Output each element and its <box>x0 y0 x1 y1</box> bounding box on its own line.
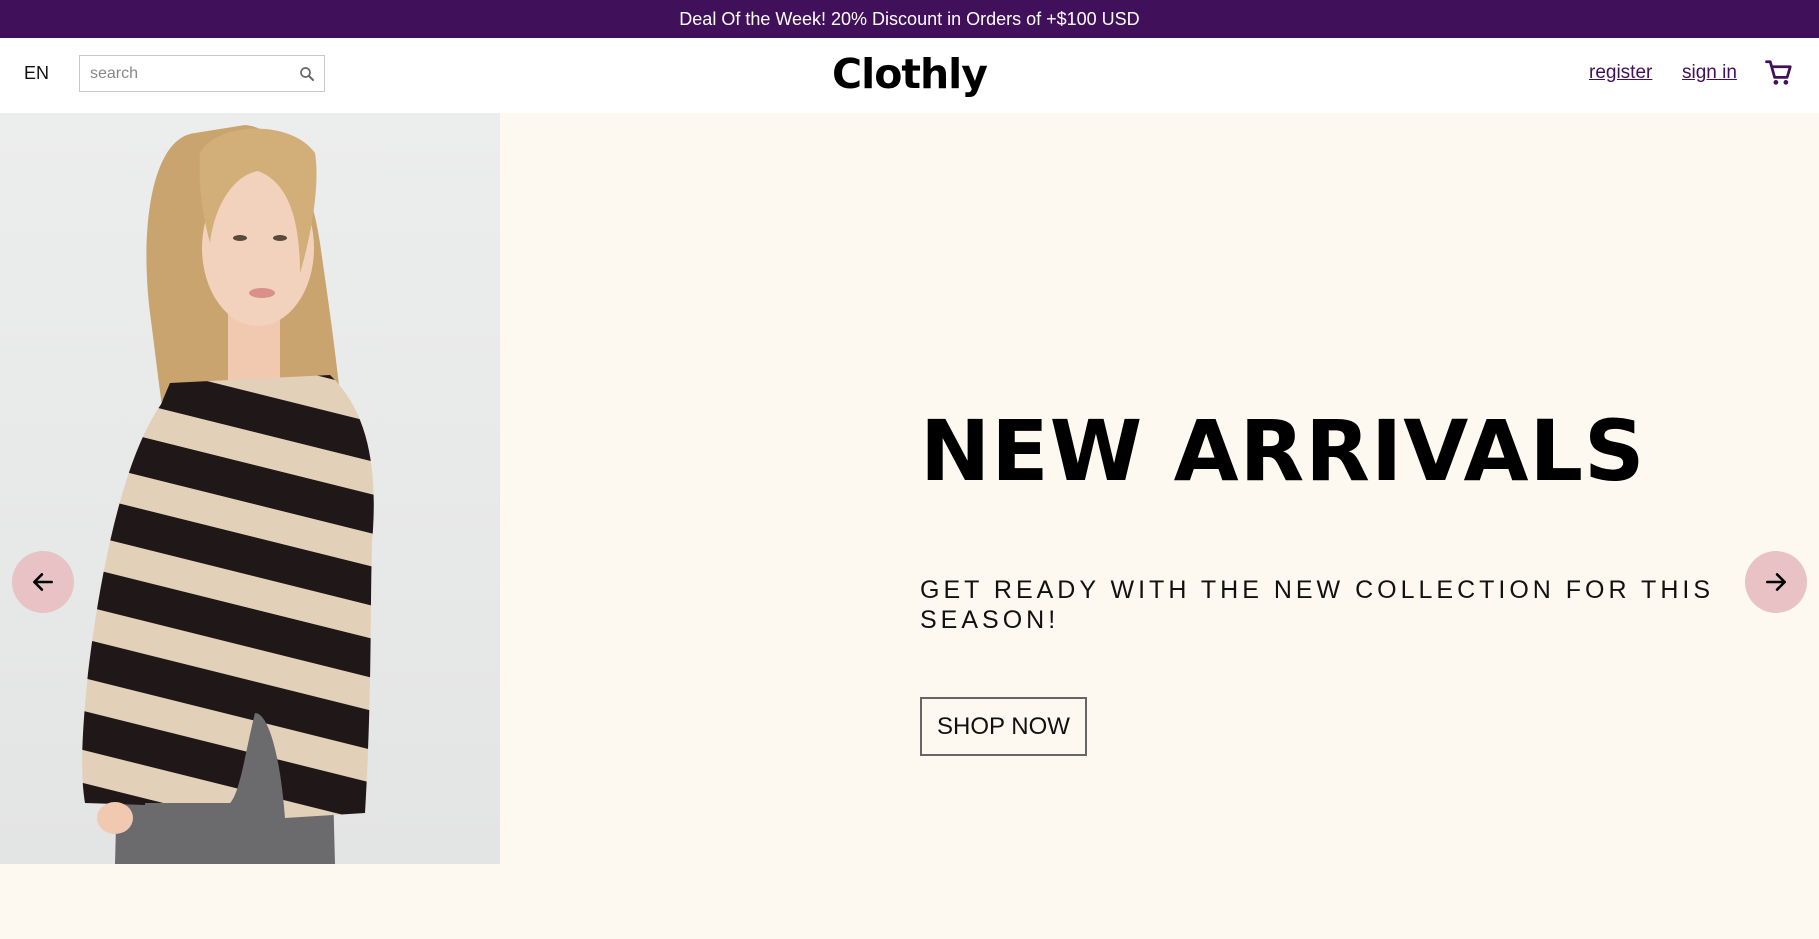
site-header: EN Clothly register sign in <box>0 38 1819 113</box>
search-icon[interactable] <box>298 65 316 83</box>
announcement-bar: Deal Of the Week! 20% Discount in Orders… <box>0 0 1819 38</box>
hero-carousel: NEW ARRIVALS GET READY WITH THE NEW COLL… <box>0 113 1819 939</box>
hero-subtitle: GET READY WITH THE NEW COLLECTION FOR TH… <box>920 576 1715 634</box>
announcement-text: Deal Of the Week! 20% Discount in Orders… <box>679 8 1140 29</box>
carousel-next-button[interactable] <box>1745 551 1807 613</box>
search-box <box>79 55 325 92</box>
logo-text[interactable]: Clothly <box>832 50 988 98</box>
shop-now-button[interactable]: SHOP NOW <box>920 697 1087 756</box>
language-selector[interactable]: EN <box>24 63 49 84</box>
hero-title: NEW ARRIVALS <box>920 402 1646 500</box>
register-link[interactable]: register <box>1589 62 1652 84</box>
cart-icon[interactable] <box>1764 58 1794 88</box>
carousel-prev-button[interactable] <box>12 551 74 613</box>
search-input[interactable] <box>80 56 290 91</box>
hero-product-photo <box>0 113 500 864</box>
arrow-left-icon <box>33 573 53 591</box>
model-illustration <box>82 125 374 864</box>
arrow-right-icon <box>1766 573 1786 591</box>
sign-in-link[interactable]: sign in <box>1682 62 1737 84</box>
